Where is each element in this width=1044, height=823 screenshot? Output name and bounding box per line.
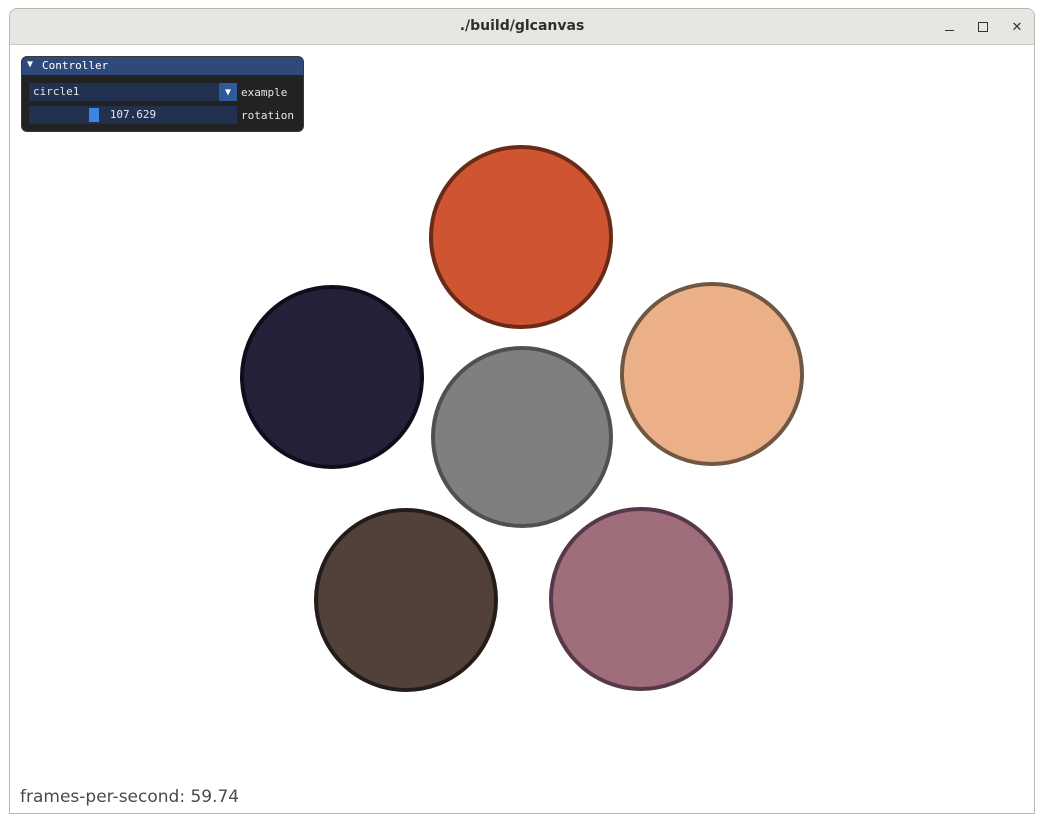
rotation-slider[interactable]: 107.629	[29, 106, 237, 124]
window-title: ./build/glcanvas	[459, 18, 585, 34]
title-bar[interactable]: ./build/glcanvas ✕	[10, 9, 1034, 45]
controller-header[interactable]: ▼ Controller	[22, 57, 303, 75]
circle-top	[429, 145, 613, 329]
app-window: ./build/glcanvas ✕ ▼ Controller circle1	[9, 8, 1035, 814]
minimize-icon	[944, 29, 954, 31]
close-icon: ✕	[1011, 19, 1023, 35]
circle-right	[620, 282, 804, 466]
example-label: example	[241, 86, 288, 99]
circle-left	[240, 285, 424, 469]
circles-scene	[240, 145, 804, 692]
close-button[interactable]: ✕	[1005, 15, 1029, 39]
rotation-value: 107.629	[109, 108, 157, 121]
maximize-icon	[978, 22, 988, 32]
maximize-button[interactable]	[971, 15, 995, 39]
collapse-arrow-icon[interactable]: ▼	[27, 59, 33, 70]
controller-panel: ▼ Controller circle1 ▼ example 107.629 r…	[21, 56, 304, 132]
circle-bottom-left	[314, 508, 498, 692]
fps-counter: frames-per-second: 59.74	[20, 787, 240, 807]
rotation-label: rotation	[241, 109, 294, 122]
combo-dropdown-icon[interactable]: ▼	[219, 83, 237, 101]
example-combo[interactable]: circle1 ▼	[29, 83, 237, 101]
gl-canvas[interactable]: ▼ Controller circle1 ▼ example 107.629 r…	[10, 45, 1034, 813]
circle-bottom-right	[549, 507, 733, 691]
circle-center	[431, 346, 613, 528]
minimize-button[interactable]	[937, 15, 961, 39]
example-combo-value: circle1	[33, 85, 80, 98]
controller-title: Controller	[42, 59, 109, 72]
